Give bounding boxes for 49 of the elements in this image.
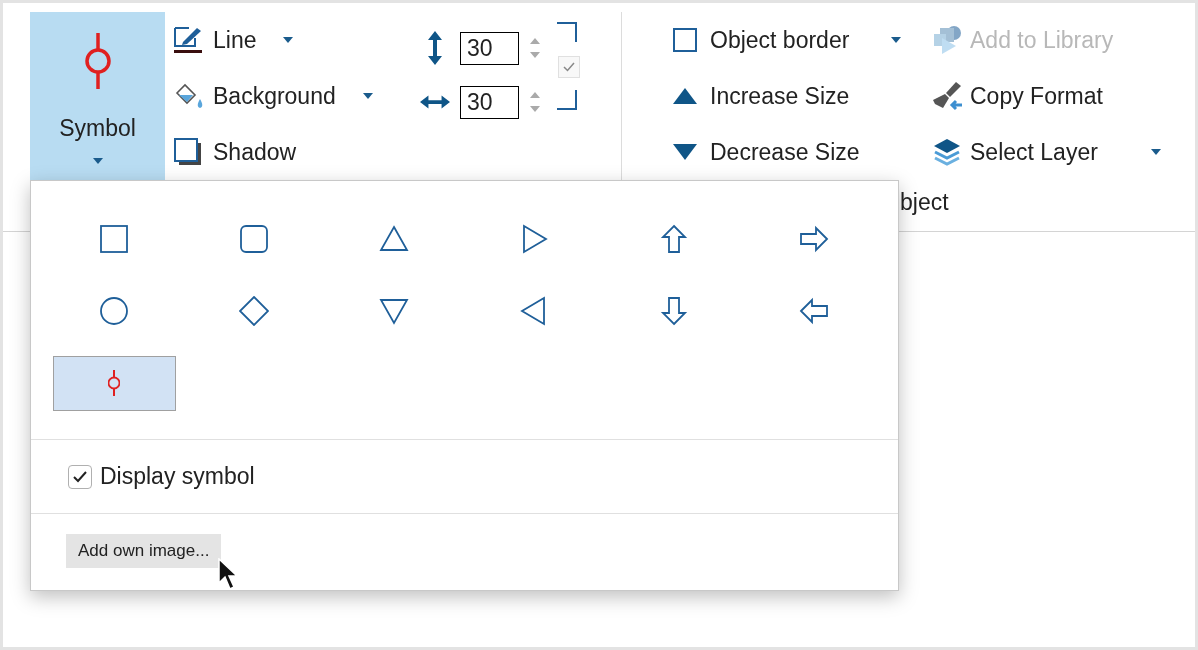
format-button[interactable]: Background — [173, 76, 374, 116]
triangle-up-icon — [379, 224, 409, 254]
arrow-right-icon — [799, 224, 829, 254]
format-button[interactable]: Line — [173, 20, 295, 60]
bracket-icon — [557, 22, 577, 42]
shadow-square-icon — [173, 137, 203, 167]
size-input[interactable]: 30 — [460, 85, 519, 119]
pen-line-icon — [173, 26, 203, 54]
line-circle-icon — [108, 370, 120, 396]
arrow-left-icon — [799, 296, 829, 326]
rounded-square-icon — [239, 224, 269, 254]
paint-bucket-icon — [173, 81, 205, 111]
triangle-down-icon — [672, 143, 698, 161]
arrow-down-icon — [659, 296, 689, 326]
dropdown-caret-icon[interactable] — [890, 36, 902, 44]
square-icon — [672, 27, 698, 53]
paintbrush-icon — [932, 81, 964, 111]
arrow-up-icon — [659, 224, 689, 254]
check-icon — [563, 62, 575, 72]
line-circle-icon — [84, 33, 111, 89]
ribbon-command-button[interactable]: Select Layer — [932, 132, 1164, 172]
layers-icon — [932, 137, 962, 167]
symbol-option[interactable] — [52, 355, 176, 411]
dropdown-caret-icon[interactable] — [1150, 148, 1162, 156]
size-input[interactable]: 30 — [460, 31, 519, 65]
vertical-arrow-icon — [428, 31, 442, 65]
add-own-image-button[interactable]: Add own image... — [66, 534, 222, 568]
checkbox-label[interactable]: Display symbol — [100, 459, 255, 494]
ribbon-command-button[interactable]: Object border — [672, 20, 904, 60]
symbol-button[interactable]: Symbol — [30, 12, 165, 180]
dropdown-caret-icon[interactable] — [282, 36, 295, 44]
triangle-down-icon — [379, 296, 409, 326]
bracket-icon — [557, 90, 577, 110]
library-add-icon — [932, 24, 962, 56]
format-button[interactable]: Shadow — [173, 132, 297, 172]
group-label: bject — [900, 187, 949, 217]
triangle-up-icon — [672, 87, 698, 105]
ribbon-command-button[interactable]: Copy Format — [932, 76, 1103, 116]
dropdown-caret-icon[interactable] — [361, 92, 374, 100]
square-icon — [99, 224, 129, 254]
keep-ratio-checkbox[interactable] — [558, 56, 580, 78]
horizontal-arrow-icon — [420, 95, 450, 109]
diamond-icon — [239, 296, 269, 326]
ribbon-command-button[interactable]: Increase Size — [672, 76, 850, 116]
caret-icon[interactable] — [91, 158, 104, 165]
check-icon — [73, 470, 87, 483]
display-symbol-checkbox[interactable] — [68, 464, 92, 489]
circle-icon — [99, 296, 129, 326]
ribbon-command-button[interactable]: Decrease Size — [672, 132, 860, 172]
